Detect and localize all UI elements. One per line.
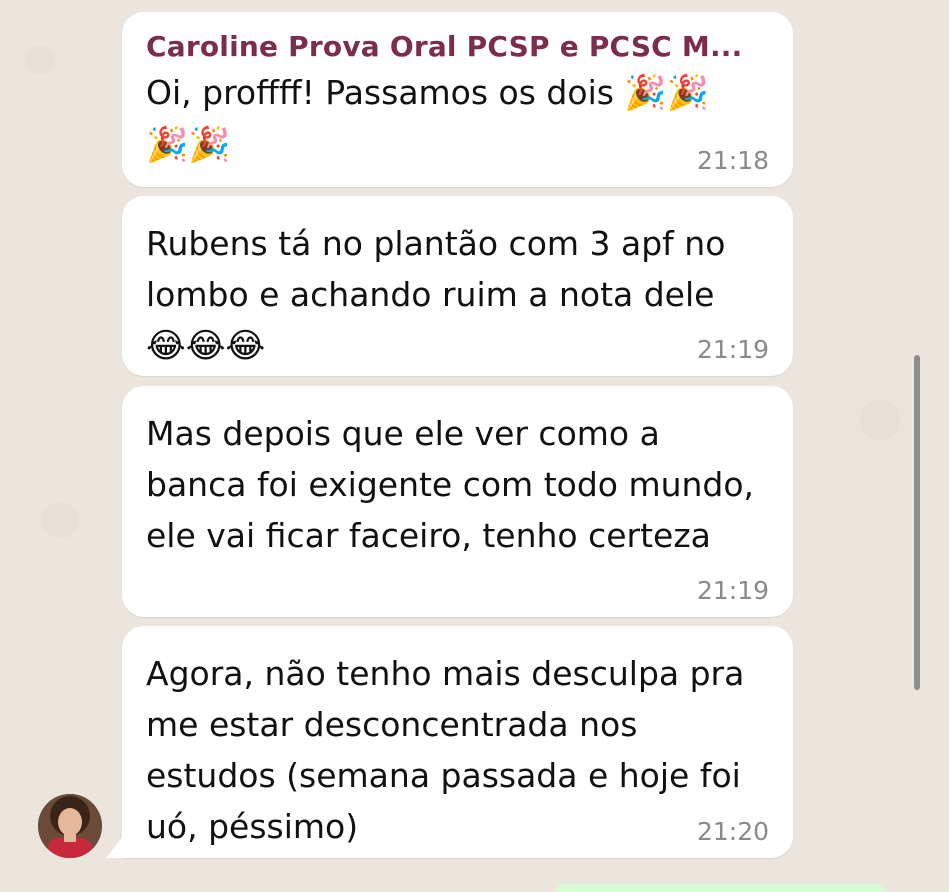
- message-bubble[interactable]: Caroline Prova Oral PCSP e PCSC M... Oi,…: [122, 12, 793, 187]
- avatar-portrait-icon: [38, 794, 102, 858]
- message-text: Agora, não tenho mais desculpa pra me es…: [146, 654, 755, 846]
- chat-scrollbar[interactable]: [914, 355, 920, 690]
- message-text-emoji-line: 🎉🎉: [146, 119, 769, 171]
- message-text-content: Oi, proffff! Passamos os dois: [146, 73, 625, 112]
- sender-name[interactable]: Caroline Prova Oral PCSP e PCSC M...: [146, 30, 769, 63]
- message-bubble[interactable]: Agora, não tenho mais desculpa pra me es…: [122, 626, 793, 858]
- message-timestamp: 21:18: [696, 146, 769, 175]
- message-bubble[interactable]: Mas depois que ele ver como a banca foi …: [122, 386, 793, 617]
- party-popper-emoji: 🎉🎉: [146, 125, 231, 165]
- message-timestamp: 21:20: [696, 817, 769, 846]
- message-text-emoji-line: 😂😂😂: [146, 320, 769, 372]
- laughing-emoji: 😂😂😂: [146, 326, 266, 366]
- message-text: Rubens tá no plantão com 3 apf no lombo …: [146, 224, 736, 314]
- party-popper-emoji: 🎉🎉: [624, 73, 710, 113]
- message-bubble[interactable]: Rubens tá no plantão com 3 apf no lombo …: [122, 196, 793, 376]
- message-text: Mas depois que ele ver como a banca foi …: [146, 414, 765, 555]
- sender-avatar[interactable]: [38, 794, 102, 858]
- message-text: Oi, proffff! Passamos os dois 🎉🎉: [146, 67, 769, 119]
- message-timestamp: 21:19: [696, 576, 769, 605]
- outgoing-message-bubble[interactable]: [555, 884, 885, 892]
- bubble-tail: [106, 830, 128, 858]
- message-timestamp: 21:19: [696, 335, 769, 364]
